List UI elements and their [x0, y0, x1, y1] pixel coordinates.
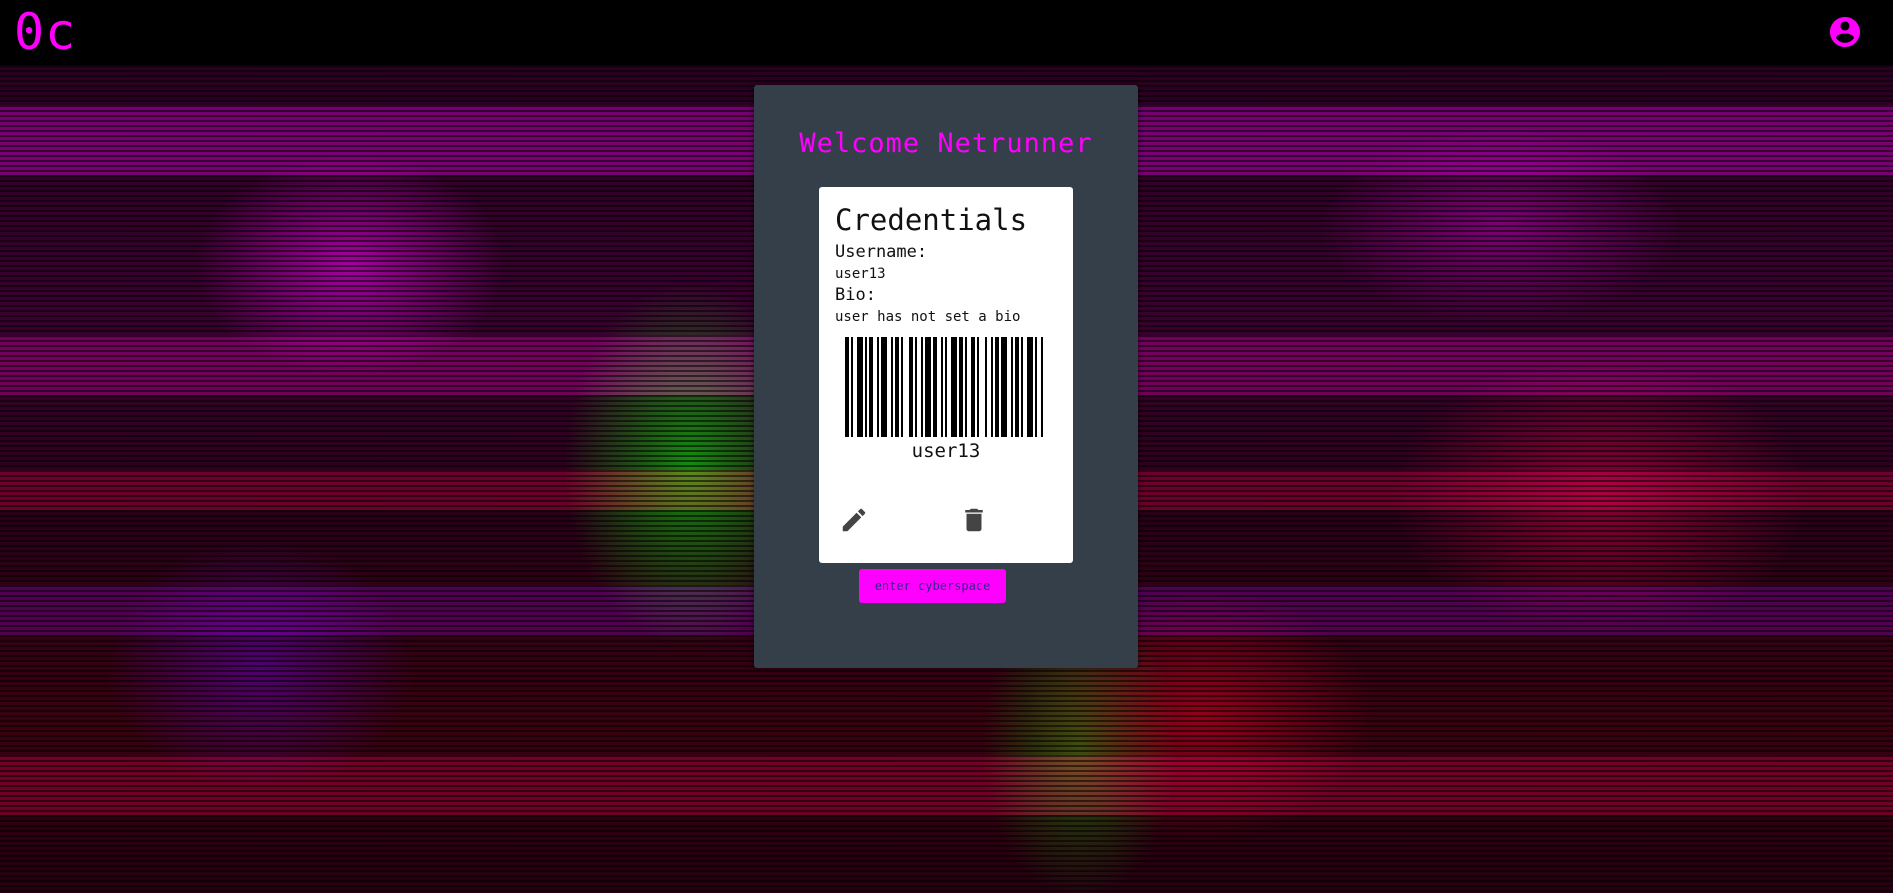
barcode-bar: [1035, 337, 1037, 437]
app-logo[interactable]: 0c: [14, 2, 76, 62]
barcode-bar: [995, 337, 999, 437]
card-title: Credentials: [835, 203, 1028, 237]
trash-icon[interactable]: [959, 505, 989, 535]
barcode-bar: [933, 337, 937, 437]
barcode-bar: [945, 337, 947, 437]
login-panel: Welcome Netrunner Credentials Username: …: [754, 85, 1138, 668]
glitch-band: [0, 755, 1893, 815]
barcode-bar: [941, 337, 943, 437]
barcode-bar: [869, 337, 873, 437]
pencil-icon[interactable]: [839, 505, 869, 535]
barcode-bar: [1015, 337, 1019, 437]
bio-label: Bio:: [835, 285, 876, 305]
barcode-bar: [901, 337, 903, 437]
barcode-bar: [1001, 337, 1007, 437]
barcode-bar: [851, 337, 853, 437]
barcode-bar: [959, 337, 963, 437]
bio-value: user has not set a bio: [835, 309, 1021, 325]
top-bar: 0c: [0, 0, 1893, 65]
barcode-bar: [965, 337, 967, 437]
barcode-bar: [881, 337, 887, 437]
barcode-bar: [895, 337, 899, 437]
barcode-bar: [865, 337, 867, 437]
barcode: [845, 337, 1043, 437]
credentials-card: Credentials Username: user13 Bio: user h…: [819, 187, 1073, 563]
barcode-bar: [977, 337, 979, 437]
barcode-bar: [877, 337, 879, 437]
barcode-text: user13: [911, 440, 981, 462]
barcode-bar: [951, 337, 957, 437]
barcode-bar: [1027, 337, 1033, 437]
account-circle-icon[interactable]: [1827, 14, 1863, 50]
barcode-bar: [915, 337, 917, 437]
barcode-bar: [971, 337, 975, 437]
barcode-bar: [891, 337, 893, 437]
barcode-bar: [921, 337, 923, 437]
barcode-bar: [985, 337, 987, 437]
barcode-bar: [845, 337, 849, 437]
username-label: Username:: [835, 242, 928, 262]
barcode-bar: [909, 337, 913, 437]
barcode-bar: [1011, 337, 1013, 437]
username-value: user13: [835, 266, 886, 282]
barcode-bar: [1041, 337, 1043, 437]
barcode-bar: [857, 337, 863, 437]
barcode-bar: [925, 337, 931, 437]
enter-cyberspace-button[interactable]: enter cyberspace: [859, 569, 1006, 603]
barcode-bar: [991, 337, 993, 437]
welcome-heading: Welcome Netrunner: [799, 128, 1093, 159]
barcode-bar: [1021, 337, 1023, 437]
